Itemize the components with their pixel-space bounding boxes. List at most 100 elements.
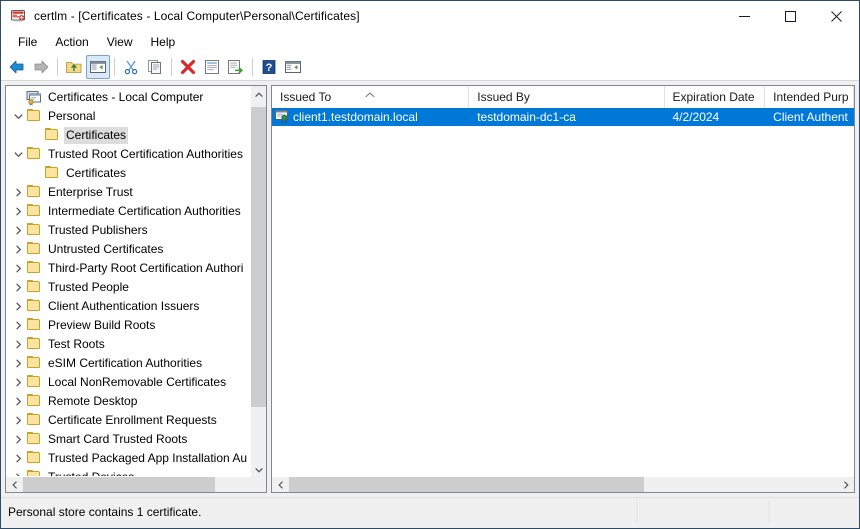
forward-button[interactable] [29, 55, 53, 79]
maximize-button[interactable] [767, 1, 813, 31]
tree-item-smart-card-trusted-roots[interactable]: Smart Card Trusted Roots [6, 430, 252, 449]
scroll-left-arrow[interactable] [6, 477, 23, 492]
tree-item-label: Trusted Publishers [46, 222, 150, 239]
twisty-placeholder [28, 166, 44, 182]
chevron-right-icon[interactable] [10, 299, 26, 315]
menu-action[interactable]: Action [46, 33, 97, 51]
tree-item-certificates-local-computer[interactable]: Certificates - Local Computer [6, 88, 252, 107]
column-header-label: Intended Purp [773, 90, 848, 104]
chevron-right-icon[interactable] [10, 185, 26, 201]
chevron-right-icon[interactable] [10, 280, 26, 296]
tree-item-label: Third-Party Root Certification Authori [46, 260, 245, 277]
folder-icon [26, 147, 42, 163]
tree-item-label: Remote Desktop [46, 393, 139, 410]
list-horizontal-scrollbar[interactable] [272, 476, 854, 492]
chevron-right-icon[interactable] [10, 318, 26, 334]
tree-item-enterprise-trust[interactable]: Enterprise Trust [6, 183, 252, 202]
tree-vertical-scrollbar[interactable] [250, 86, 266, 478]
tree-item-label: Local NonRemovable Certificates [46, 374, 228, 391]
list-hscroll-thumb[interactable] [289, 477, 644, 492]
tree-item-certificates[interactable]: Certificates [6, 164, 252, 183]
properties-button[interactable] [200, 55, 224, 79]
column-header-issued-by[interactable]: Issued By [469, 86, 664, 108]
scroll-left-arrow[interactable] [272, 477, 289, 492]
column-header-expiration-date[interactable]: Expiration Date [665, 86, 766, 108]
column-header-intended-purp[interactable]: Intended Purp [765, 86, 854, 108]
tree-item-test-roots[interactable]: Test Roots [6, 335, 252, 354]
help-button[interactable]: ? [257, 55, 281, 79]
tree-item-certificates[interactable]: Certificates [6, 126, 252, 145]
tree-item-remote-desktop[interactable]: Remote Desktop [6, 392, 252, 411]
tree-item-trusted-publishers[interactable]: Trusted Publishers [6, 221, 252, 240]
chevron-right-icon[interactable] [10, 356, 26, 372]
tree-horizontal-scrollbar[interactable] [6, 476, 266, 492]
close-button[interactable] [813, 1, 859, 31]
tree-item-trusted-root-certification-authorities[interactable]: Trusted Root Certification Authorities [6, 145, 252, 164]
certificate-icon [274, 109, 290, 125]
folder-icon [26, 185, 42, 201]
chevron-right-icon[interactable] [10, 394, 26, 410]
tree-item-intermediate-certification-authorities[interactable]: Intermediate Certification Authorities [6, 202, 252, 221]
certificate-list[interactable]: client1.testdomain.localtestdomain-dc1-c… [272, 108, 854, 471]
chevron-down-icon[interactable] [10, 147, 26, 163]
certificate-row[interactable]: client1.testdomain.localtestdomain-dc1-c… [272, 108, 854, 126]
tree-item-trusted-people[interactable]: Trusted People [6, 278, 252, 297]
scroll-right-arrow[interactable] [837, 477, 854, 492]
toolbar-separator [171, 58, 172, 76]
chevron-right-icon[interactable] [10, 432, 26, 448]
chevron-right-icon[interactable] [10, 223, 26, 239]
tree-vscroll-thumb[interactable] [251, 107, 267, 407]
chevron-right-icon[interactable] [10, 261, 26, 277]
cut-button[interactable] [119, 55, 143, 79]
tree-item-esim-certification-authorities[interactable]: eSIM Certification Authorities [6, 354, 252, 373]
tree-item-preview-build-roots[interactable]: Preview Build Roots [6, 316, 252, 335]
chevron-right-icon[interactable] [10, 204, 26, 220]
up-one-level-button[interactable] [62, 55, 86, 79]
chevron-down-icon[interactable] [10, 109, 26, 125]
chevron-right-icon[interactable] [10, 242, 26, 258]
chevron-right-icon[interactable] [10, 337, 26, 353]
tree-item-local-nonremovable-certificates[interactable]: Local NonRemovable Certificates [6, 373, 252, 392]
new-window-button[interactable] [281, 55, 305, 79]
folder-icon [26, 280, 42, 296]
show-hide-console-tree-button[interactable] [86, 55, 110, 79]
export-button[interactable] [224, 55, 248, 79]
folder-icon [26, 413, 42, 429]
tree-hscroll-thumb[interactable] [23, 477, 215, 492]
certificate-store-tree[interactable]: Certificates - Local ComputerPersonalCer… [6, 86, 252, 478]
scroll-up-arrow[interactable] [251, 86, 267, 103]
tree-item-label: Trusted Root Certification Authorities [46, 146, 245, 163]
tree-item-client-authentication-issuers[interactable]: Client Authentication Issuers [6, 297, 252, 316]
toolbar-separator [57, 58, 58, 76]
tree-item-certificate-enrollment-requests[interactable]: Certificate Enrollment Requests [6, 411, 252, 430]
folder-icon [26, 223, 42, 239]
column-header-issued-to[interactable]: Issued To [272, 86, 469, 108]
menu-view[interactable]: View [98, 33, 142, 51]
tree-item-label: Trusted Packaged App Installation Au [46, 450, 249, 467]
tree-hscroll-track[interactable] [23, 477, 249, 492]
tree-item-label: Preview Build Roots [46, 317, 157, 334]
minimize-button[interactable] [721, 1, 767, 31]
cell-intended-purp: Client Authent [765, 108, 854, 126]
tree-item-personal[interactable]: Personal [6, 107, 252, 126]
chevron-right-icon[interactable] [10, 451, 26, 467]
cell-issued-to: client1.testdomain.local [272, 108, 469, 126]
chevron-right-icon[interactable] [10, 375, 26, 391]
folder-icon [44, 128, 60, 144]
tree-item-untrusted-certificates[interactable]: Untrusted Certificates [6, 240, 252, 259]
back-button[interactable] [5, 55, 29, 79]
delete-button[interactable] [176, 55, 200, 79]
app-icon [10, 8, 26, 24]
menu-file[interactable]: File [9, 33, 46, 51]
folder-icon [26, 337, 42, 353]
chevron-right-icon[interactable] [10, 413, 26, 429]
tree-item-third-party-root-certification-authori[interactable]: Third-Party Root Certification Authori [6, 259, 252, 278]
folder-icon [26, 356, 42, 372]
title-bar[interactable]: certlm - [Certificates - Local Computer\… [1, 1, 859, 31]
tree-item-trusted-packaged-app-installation-au[interactable]: Trusted Packaged App Installation Au [6, 449, 252, 468]
menu-help[interactable]: Help [142, 33, 185, 51]
copy-button[interactable] [143, 55, 167, 79]
column-header-label: Expiration Date [673, 90, 755, 104]
list-hscroll-track[interactable] [289, 477, 837, 492]
tree-vscroll-track[interactable] [251, 103, 266, 461]
